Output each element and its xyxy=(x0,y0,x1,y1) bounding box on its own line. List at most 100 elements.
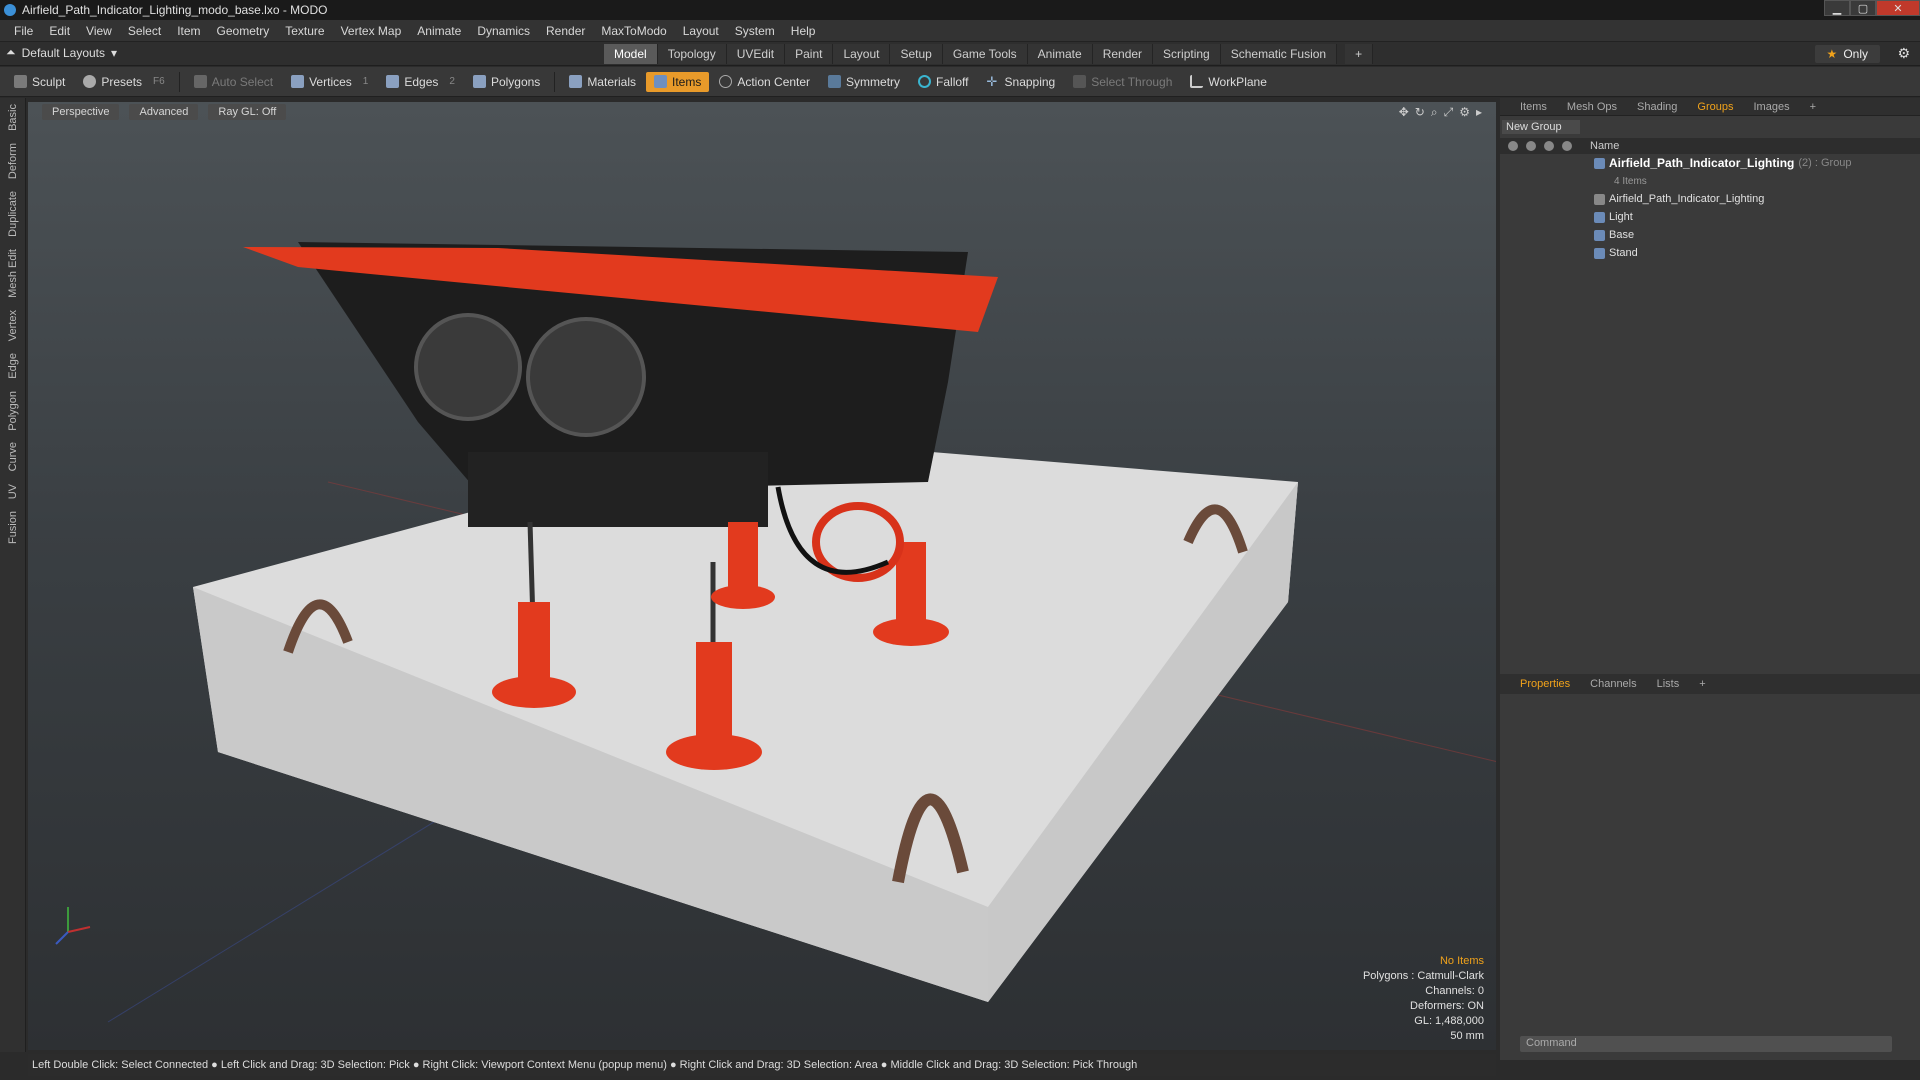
only-button[interactable]: ★ Only xyxy=(1814,45,1880,63)
only-label: Only xyxy=(1843,47,1868,61)
workplane-button[interactable]: WorkPlane xyxy=(1182,72,1274,92)
sculpt-button[interactable]: Sculpt xyxy=(6,72,73,92)
tab-properties[interactable]: Properties xyxy=(1510,677,1580,691)
symmetry-label: Symmetry xyxy=(846,74,901,89)
gear-icon[interactable]: ⚙ xyxy=(1897,45,1910,62)
tree-item-label: Base xyxy=(1609,229,1635,241)
vtab-basic[interactable]: Basic xyxy=(7,98,19,137)
tree-row-stand[interactable]: Stand xyxy=(1500,244,1920,262)
raygl-toggle[interactable]: Ray GL: Off xyxy=(208,104,287,120)
menu-file[interactable]: File xyxy=(6,24,41,38)
vtab-duplicate[interactable]: Duplicate xyxy=(7,185,19,243)
polygons-label: Polygons xyxy=(490,74,541,89)
items-button[interactable]: Items xyxy=(646,71,710,92)
vtab-vertex[interactable]: Vertex xyxy=(7,304,19,347)
visibility-icon xyxy=(1508,141,1518,151)
layout-dropdown[interactable]: ⏶ Default Layouts ▾ xyxy=(6,45,117,60)
vtab-curve[interactable]: Curve xyxy=(7,436,19,477)
new-group-button[interactable]: New Group xyxy=(1502,120,1580,134)
name-column-header: Name xyxy=(1590,140,1620,152)
expand-icon[interactable]: ▸ xyxy=(1476,105,1482,120)
settings-icon[interactable]: ⚙ xyxy=(1459,105,1470,120)
menu-vertex-map[interactable]: Vertex Map xyxy=(333,24,410,38)
materials-button[interactable]: Materials xyxy=(561,72,644,92)
auto-select-button[interactable]: Auto Select xyxy=(186,72,281,92)
add-tab-button[interactable]: + xyxy=(1345,44,1374,64)
pan-icon[interactable]: ✥ xyxy=(1399,105,1409,120)
menu-item[interactable]: Item xyxy=(169,24,208,38)
tree-row-mesh[interactable]: Airfield_Path_Indicator_Lighting xyxy=(1500,190,1920,208)
rotate-icon[interactable]: ↻ xyxy=(1415,105,1425,120)
tab-game-tools[interactable]: Game Tools xyxy=(942,44,1028,64)
viewport-header: Perspective Advanced Ray GL: Off xyxy=(28,102,1496,122)
axis-gizmo xyxy=(55,907,91,945)
add-props-tab-button[interactable]: + xyxy=(1689,677,1715,691)
view-advanced-button[interactable]: Advanced xyxy=(129,104,199,120)
edges-button[interactable]: Edges 2 xyxy=(378,72,463,92)
menu-view[interactable]: View xyxy=(78,24,120,38)
tab-model[interactable]: Model xyxy=(604,44,658,64)
menu-animate[interactable]: Animate xyxy=(409,24,469,38)
vtab-polygon[interactable]: Polygon xyxy=(7,385,19,437)
tree-header: Name xyxy=(1500,138,1920,154)
polygons-button[interactable]: Polygons xyxy=(465,72,548,92)
tab-schematic-fusion[interactable]: Schematic Fusion xyxy=(1220,44,1338,64)
fit-icon[interactable]: ⤢ xyxy=(1444,105,1454,120)
crosshair-icon xyxy=(719,75,733,88)
minimize-button[interactable]: ▁ xyxy=(1824,0,1850,16)
tab-images[interactable]: Images xyxy=(1744,100,1800,114)
tab-layout[interactable]: Layout xyxy=(833,44,891,64)
tab-animate[interactable]: Animate xyxy=(1027,44,1093,64)
select-icon xyxy=(1562,141,1572,151)
menu-render[interactable]: Render xyxy=(538,24,593,38)
vtab-fusion[interactable]: Fusion xyxy=(7,505,19,550)
mesh-icon xyxy=(1594,229,1605,241)
tab-groups[interactable]: Groups xyxy=(1687,100,1743,114)
snapping-button[interactable]: ✛ Snapping xyxy=(979,72,1064,92)
tab-topology[interactable]: Topology xyxy=(657,44,727,64)
vtab-mesh-edit[interactable]: Mesh Edit xyxy=(7,243,19,304)
maximize-button[interactable]: ▢ xyxy=(1850,0,1876,16)
add-panel-tab-button[interactable]: + xyxy=(1800,100,1826,114)
close-button[interactable]: ✕ xyxy=(1876,0,1920,16)
menu-select[interactable]: Select xyxy=(120,24,169,38)
tree-row-light[interactable]: Light xyxy=(1500,208,1920,226)
tab-lists[interactable]: Lists xyxy=(1647,677,1690,691)
view-perspective-button[interactable]: Perspective xyxy=(42,104,120,120)
3d-viewport[interactable]: Perspective Advanced Ray GL: Off ✥ ↻ ⌕ ⤢… xyxy=(28,102,1496,1050)
menu-texture[interactable]: Texture xyxy=(277,24,332,38)
tab-setup[interactable]: Setup xyxy=(890,44,943,64)
action-center-button[interactable]: Action Center xyxy=(711,72,818,92)
tab-channels[interactable]: Channels xyxy=(1580,677,1646,691)
tab-mesh-ops[interactable]: Mesh Ops xyxy=(1557,100,1627,114)
vtab-deform[interactable]: Deform xyxy=(7,137,19,185)
viewport-info: No Items Polygons : Catmull-Clark Channe… xyxy=(1363,954,1484,1044)
menu-layout[interactable]: Layout xyxy=(675,24,727,38)
symmetry-button[interactable]: Symmetry xyxy=(820,72,908,92)
sculpt-label: Sculpt xyxy=(32,74,66,89)
tab-scripting[interactable]: Scripting xyxy=(1153,44,1221,64)
tab-paint[interactable]: Paint xyxy=(785,44,834,64)
menu-edit[interactable]: Edit xyxy=(41,24,78,38)
menu-dynamics[interactable]: Dynamics xyxy=(469,24,538,38)
tab-items[interactable]: Items xyxy=(1510,100,1557,114)
vertices-button[interactable]: Vertices 1 xyxy=(283,72,376,92)
zoom-icon[interactable]: ⌕ xyxy=(1431,105,1438,120)
command-input[interactable]: Command xyxy=(1520,1036,1892,1052)
menu-geometry[interactable]: Geometry xyxy=(209,24,278,38)
tree-row-base[interactable]: Base xyxy=(1500,226,1920,244)
vtab-uv[interactable]: UV xyxy=(7,478,19,505)
vtab-edge[interactable]: Edge xyxy=(7,347,19,385)
tree-row-group[interactable]: Airfield_Path_Indicator_Lighting (2) : Gr… xyxy=(1500,154,1920,172)
select-through-button[interactable]: Select Through xyxy=(1065,72,1180,92)
presets-button[interactable]: Presets F6 xyxy=(75,72,172,92)
select-through-label: Select Through xyxy=(1091,74,1173,89)
menu-help[interactable]: Help xyxy=(783,24,824,38)
tab-render[interactable]: Render xyxy=(1092,44,1154,64)
menu-maxtomodo[interactable]: MaxToModo xyxy=(593,24,674,38)
falloff-button[interactable]: Falloff xyxy=(910,72,976,92)
tab-uvedit[interactable]: UVEdit xyxy=(726,44,786,64)
tab-shading[interactable]: Shading xyxy=(1627,100,1687,114)
menu-system[interactable]: System xyxy=(727,24,783,38)
lock-icon xyxy=(1544,141,1554,151)
